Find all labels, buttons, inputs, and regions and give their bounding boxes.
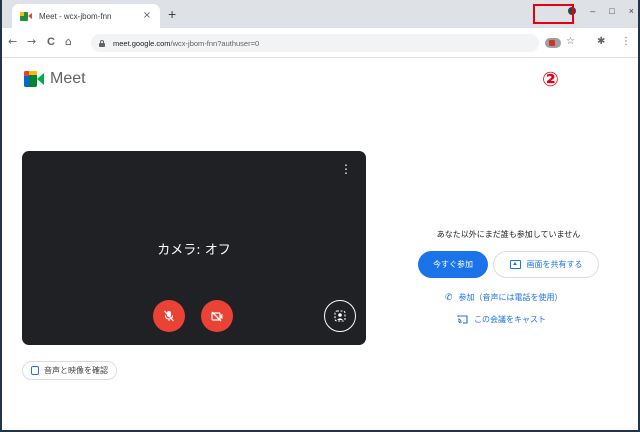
tab-title: Meet - wcx-jbom-fnn bbox=[39, 11, 112, 21]
highlight-box bbox=[533, 4, 574, 24]
browser-window: Meet - wcx-jbom-fnn × + – □ × ← → C ⌂ me… bbox=[0, 0, 640, 432]
address-bar[interactable]: meet.google.com/wcx-jbom-fnn?authuser=0 bbox=[91, 34, 539, 52]
reload-button[interactable]: C bbox=[47, 36, 55, 48]
mic-off-icon bbox=[164, 310, 174, 322]
check-audio-video-button[interactable]: 音声と映像を確認 bbox=[22, 361, 117, 380]
back-button[interactable]: ← bbox=[8, 36, 17, 48]
present-label: 画面を共有する bbox=[526, 260, 583, 269]
join-now-button[interactable]: 今すぐ参加 bbox=[418, 251, 488, 278]
cast-meeting-link[interactable]: この会議をキャスト bbox=[457, 314, 546, 325]
meet-logo-icon bbox=[24, 71, 44, 87]
camera-toggle-button[interactable] bbox=[201, 300, 233, 332]
url-text: meet.google.com/wcx-jbom-fnn?authuser=0 bbox=[113, 39, 259, 48]
tab-meet[interactable]: Meet - wcx-jbom-fnn × bbox=[12, 4, 160, 28]
window-controls: – □ × bbox=[568, 6, 634, 16]
annotation-number: ② bbox=[542, 67, 559, 91]
url-path: /wcx-jbom-fnn?authuser=0 bbox=[170, 38, 260, 48]
join-by-phone-label: 参加（音声には電話を使用） bbox=[458, 293, 563, 302]
maximize-button[interactable]: □ bbox=[609, 6, 614, 16]
forward-button[interactable]: → bbox=[27, 36, 36, 48]
meet-favicon-icon bbox=[20, 11, 32, 21]
camera-off-icon bbox=[211, 311, 223, 322]
meet-logo[interactable]: Meet bbox=[24, 70, 86, 88]
mic-toggle-button[interactable] bbox=[153, 300, 185, 332]
check-audio-video-label: 音声と映像を確認 bbox=[44, 366, 108, 375]
minimize-button[interactable]: – bbox=[590, 6, 595, 16]
browser-menu-icon[interactable]: ⋮ bbox=[621, 37, 631, 47]
tab-close-icon[interactable]: × bbox=[142, 11, 152, 21]
url-host: meet.google.com bbox=[113, 38, 171, 48]
effects-icon bbox=[334, 310, 346, 322]
bookmark-star-icon[interactable]: ☆ bbox=[566, 37, 575, 47]
lock-icon bbox=[99, 39, 105, 47]
visual-effects-button[interactable] bbox=[324, 300, 356, 332]
present-button[interactable]: 画面を共有する bbox=[493, 251, 599, 278]
phone-icon: ✆ bbox=[445, 292, 453, 303]
join-by-phone-link[interactable]: ✆ 参加（音声には電話を使用） bbox=[445, 292, 563, 303]
app-name: Meet bbox=[50, 70, 86, 87]
camera-status: カメラ: オフ bbox=[157, 243, 231, 258]
camera-blocked-icon[interactable] bbox=[545, 38, 561, 48]
new-tab-button[interactable]: + bbox=[168, 7, 176, 21]
more-options-icon[interactable]: ⋮ bbox=[340, 163, 352, 175]
check-device-icon bbox=[31, 366, 39, 375]
close-window-button[interactable]: × bbox=[629, 6, 634, 16]
present-screen-icon bbox=[509, 260, 521, 269]
participants-status: あなた以外にまだ誰も参加していません bbox=[436, 230, 581, 239]
video-preview: ⋮ カメラ: オフ bbox=[22, 151, 366, 345]
cast-meeting-label: この会議をキャスト bbox=[474, 315, 546, 324]
browser-toolbar: ← → C ⌂ meet.google.com/wcx-jbom-fnn?aut… bbox=[2, 28, 638, 58]
extensions-icon[interactable]: ✱ bbox=[597, 37, 605, 47]
cast-icon bbox=[457, 315, 468, 324]
home-button[interactable]: ⌂ bbox=[65, 36, 72, 48]
